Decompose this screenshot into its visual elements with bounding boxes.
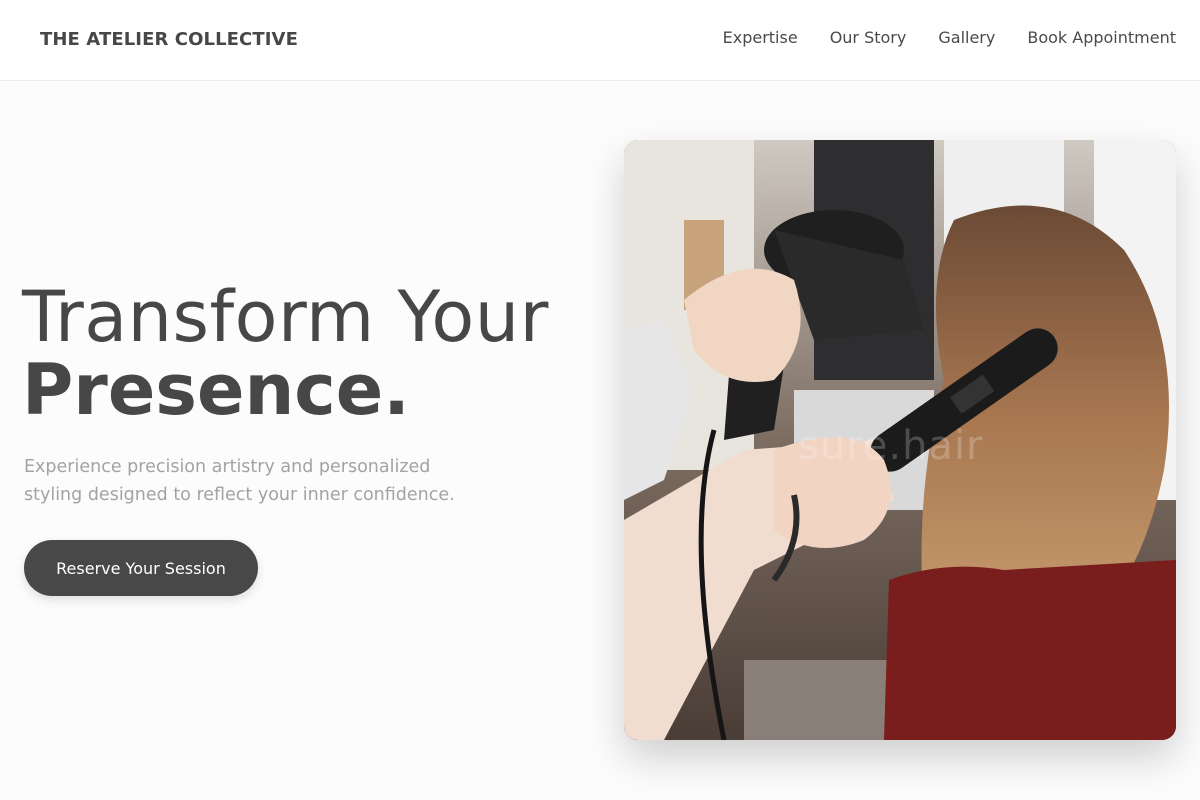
hero-title: Transform Your Presence. — [22, 281, 549, 427]
main-nav: Expertise Our Story Gallery Book Appoint… — [723, 28, 1176, 47]
nav-link-expertise[interactable]: Expertise — [723, 28, 798, 47]
reserve-session-button[interactable]: Reserve Your Session — [24, 540, 258, 596]
site-header: THE ATELIER COLLECTIVE Expertise Our Sto… — [0, 0, 1200, 81]
nav-link-gallery[interactable]: Gallery — [938, 28, 995, 47]
site-logo[interactable]: THE ATELIER COLLECTIVE — [40, 29, 298, 50]
hero-title-line1: Transform Your — [22, 276, 549, 358]
nav-link-our-story[interactable]: Our Story — [830, 28, 907, 47]
hero-photo: sure.hair — [624, 140, 1176, 740]
hero-subtitle: Experience precision artistry and person… — [24, 457, 455, 505]
hero-title-line2: Presence. — [22, 349, 410, 431]
photo-watermark: sure.hair — [798, 423, 984, 469]
nav-link-book-appointment[interactable]: Book Appointment — [1027, 28, 1176, 47]
